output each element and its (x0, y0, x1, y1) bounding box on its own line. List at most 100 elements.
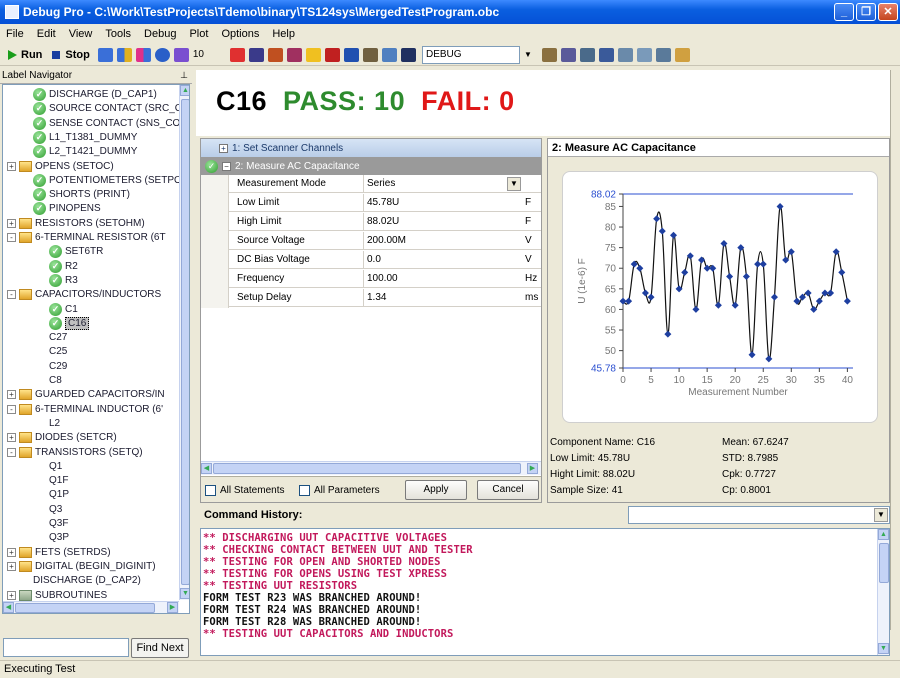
tree-item[interactable]: ✓ R2 (49, 259, 78, 274)
menu-plot[interactable]: Plot (189, 28, 208, 40)
parameter-scroll-thumb[interactable] (213, 463, 521, 474)
parameter-value[interactable]: 45.78U (363, 194, 523, 212)
bug-icon[interactable] (324, 47, 340, 62)
checkbox-box[interactable] (205, 485, 216, 496)
step-count[interactable]: 10 (193, 49, 204, 60)
expand-icon[interactable]: + (7, 561, 16, 571)
warning-icon[interactable] (305, 47, 321, 62)
menu-view[interactable]: View (69, 28, 93, 40)
collapse-icon[interactable]: - (7, 233, 16, 242)
tree-item[interactable]: - 6-TERMINAL RESISTOR (6T (7, 230, 166, 245)
scroll-down-icon[interactable]: ▼ (878, 643, 889, 654)
scroll-left-icon[interactable]: ◀ (3, 602, 14, 613)
tree-item[interactable]: C8 (49, 373, 62, 388)
tree-item[interactable]: + FETS (SETRDS) (7, 545, 111, 560)
command-history-dropdown[interactable]: ▼ (628, 506, 890, 524)
tree-item[interactable]: + DIODES (SETCR) (7, 430, 117, 445)
parameter-value[interactable]: 100.00 (363, 270, 523, 288)
expand-icon[interactable]: + (219, 143, 228, 153)
tree-item[interactable]: - 6-TERMINAL INDUCTOR (6' (7, 402, 163, 417)
tree-item[interactable]: + RESISTORS (SETOHM) (7, 216, 145, 231)
collapse-icon[interactable]: − (222, 161, 231, 171)
tree-item[interactable]: - CAPACITORS/INDUCTORS (7, 287, 161, 302)
navigator-vertical-scrollbar[interactable]: ▲ ▼ (179, 85, 189, 600)
find-next-button[interactable]: Find Next (131, 638, 189, 658)
tree-item[interactable]: ✓ C1 (49, 302, 78, 317)
stop-button[interactable]: Stop (50, 49, 90, 61)
step-out-icon[interactable] (135, 47, 151, 62)
tree-item[interactable]: Q1P (49, 487, 69, 502)
expand-icon[interactable]: + (7, 433, 16, 443)
parameter-value[interactable]: 0.0 (363, 251, 523, 269)
apply-button[interactable]: Apply (405, 480, 467, 500)
menu-options[interactable]: Options (221, 28, 259, 40)
edit-icon[interactable] (560, 47, 576, 62)
tree-item[interactable]: ✓ C16 (49, 316, 90, 331)
parameter-value[interactable]: 88.02U (363, 213, 523, 231)
scroll-right-icon[interactable]: ▶ (527, 463, 538, 474)
save-icon[interactable] (598, 47, 614, 62)
find-input[interactable] (3, 638, 129, 657)
tree-item[interactable]: Q1 (49, 459, 62, 474)
tree-item[interactable]: ✓ POTENTIOMETERS (SETPO' (33, 173, 184, 188)
command-vertical-scrollbar[interactable]: ▲ ▼ (877, 529, 889, 655)
navigator-horizontal-scrollbar[interactable]: ◀ ▶ (3, 601, 179, 613)
tree-item[interactable]: ✓ SET6TR (49, 244, 103, 259)
step-over-icon[interactable] (116, 47, 132, 62)
expand-icon[interactable]: + (7, 218, 16, 228)
chevron-down-icon[interactable]: ▼ (874, 508, 888, 522)
navigator-scroll-thumb[interactable] (181, 99, 189, 585)
tree-item[interactable]: ✓ PINOPENS (33, 201, 101, 216)
home-icon[interactable] (674, 47, 690, 62)
tree-item[interactable]: Q3 (49, 502, 62, 517)
monitor-icon[interactable] (400, 47, 416, 62)
tree-item[interactable]: Q1F (49, 473, 68, 488)
scroll-up-icon[interactable]: ▲ (180, 85, 189, 96)
checklist-icon[interactable] (617, 47, 633, 62)
tools-icon[interactable] (541, 47, 557, 62)
tree-item[interactable]: + OPENS (SETOC) (7, 159, 114, 174)
group-measure-capacitance[interactable]: ✓ − 2: Measure AC Capacitance (201, 157, 541, 175)
group-scanner-channels[interactable]: + 1: Set Scanner Channels (201, 139, 541, 157)
collapse-icon[interactable]: - (7, 290, 16, 300)
all-statements-checkbox[interactable]: All Statements (205, 485, 284, 496)
expand-icon[interactable]: + (7, 590, 16, 600)
arrow-icon[interactable] (248, 47, 264, 62)
cancel-button[interactable]: Cancel (477, 480, 539, 500)
parameter-horizontal-scrollbar[interactable]: ◀ ▶ (201, 461, 541, 475)
tree-item[interactable]: - TRANSISTORS (SETQ) (7, 445, 143, 460)
menu-file[interactable]: File (6, 28, 24, 40)
close-button[interactable]: ✕ (878, 3, 898, 21)
menu-debug[interactable]: Debug (144, 28, 176, 40)
pen-icon[interactable] (343, 47, 359, 62)
step-into-icon[interactable] (97, 47, 113, 62)
menu-help[interactable]: Help (272, 28, 295, 40)
document-icon[interactable] (381, 47, 397, 62)
probe-icon[interactable] (267, 47, 283, 62)
tree-item[interactable]: ✓ L1_T1381_DUMMY (33, 130, 137, 145)
minimize-button[interactable]: _ (834, 3, 854, 21)
omega-icon[interactable] (579, 47, 595, 62)
parameter-value[interactable]: 1.34 (363, 289, 523, 307)
tree-item[interactable]: ✓ DISCHARGE (D_CAP1) (33, 87, 157, 102)
menu-edit[interactable]: Edit (37, 28, 56, 40)
parameter-value[interactable]: 200.00M (363, 232, 523, 250)
histogram-icon[interactable] (286, 47, 302, 62)
expand-icon[interactable]: + (7, 390, 16, 400)
tree-item[interactable]: + DIGITAL (BEGIN_DIGINIT) (7, 559, 156, 574)
tree-item[interactable]: C29 (49, 359, 67, 374)
tree-item[interactable]: ✓ L2_T1421_DUMMY (33, 144, 137, 159)
collapse-icon[interactable]: - (7, 404, 16, 414)
scroll-right-icon[interactable]: ▶ (167, 602, 178, 613)
properties-side-tab[interactable] (890, 70, 900, 630)
mode-dropdown[interactable]: DEBUG (421, 45, 520, 64)
checkbox-box[interactable] (299, 485, 310, 496)
tree-item[interactable]: Q3F (49, 516, 68, 531)
tree-item[interactable]: L2 (49, 416, 60, 431)
clipboard-icon[interactable] (636, 47, 652, 62)
restore-button[interactable]: ❐ (856, 3, 876, 21)
pin-icon[interactable]: ⊥ (180, 70, 188, 81)
scroll-down-icon[interactable]: ▼ (180, 588, 189, 599)
all-parameters-checkbox[interactable]: All Parameters (299, 485, 380, 496)
expand-icon[interactable]: + (7, 547, 16, 557)
